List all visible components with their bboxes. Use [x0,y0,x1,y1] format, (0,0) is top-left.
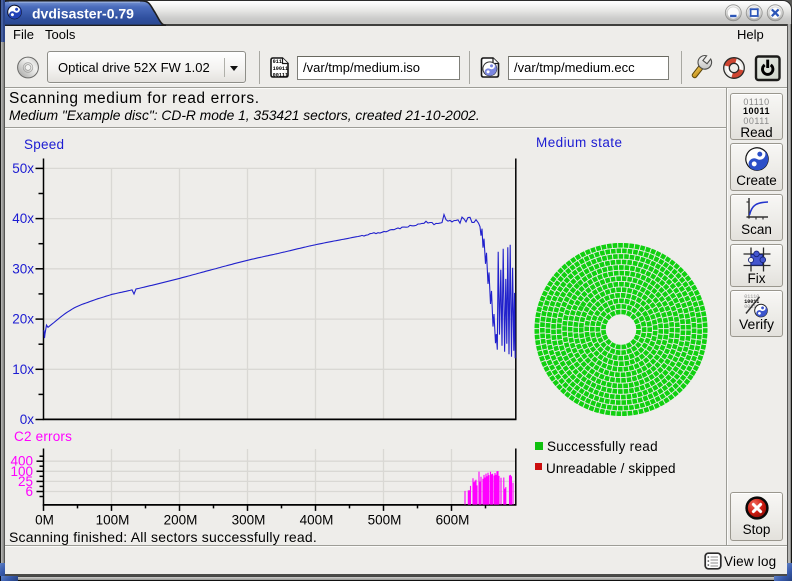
svg-text:600M: 600M [436,513,470,528]
svg-text:0M: 0M [35,513,54,528]
svg-text:20x: 20x [12,312,34,327]
svg-text:6: 6 [25,484,33,499]
svg-text:300M: 300M [232,513,266,528]
svg-text:400M: 400M [300,513,334,528]
svg-text:10x: 10x [12,362,34,377]
svg-text:100M: 100M [96,513,130,528]
svg-text:40x: 40x [12,211,34,226]
svg-text:0x: 0x [20,412,35,427]
svg-text:30x: 30x [12,261,34,276]
svg-text:500M: 500M [368,513,402,528]
svg-text:50x: 50x [12,161,34,176]
svg-text:200M: 200M [164,513,198,528]
